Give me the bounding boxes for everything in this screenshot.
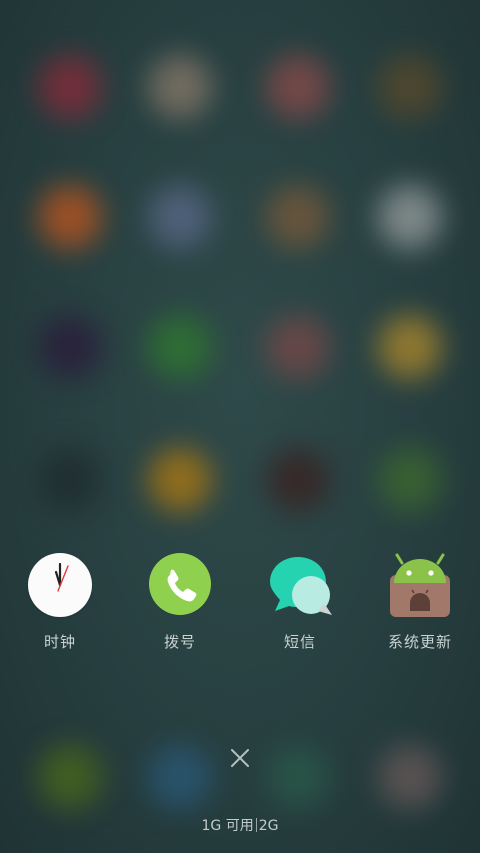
recent-apps-row: 时钟 拨号 短信 系统更新 bbox=[0, 553, 480, 663]
blurred-app-icon bbox=[38, 745, 102, 809]
blurred-app-icon bbox=[266, 55, 330, 119]
recent-app-system-update[interactable]: 系统更新 bbox=[360, 553, 480, 652]
clock-icon bbox=[28, 553, 92, 617]
recent-app-label: 拨号 bbox=[163, 633, 196, 651]
blurred-app-icon bbox=[378, 745, 442, 809]
recent-app-label: 短信 bbox=[283, 633, 316, 651]
recent-app-clock[interactable]: 时钟 bbox=[0, 553, 120, 652]
recent-app-label: 时钟 bbox=[43, 633, 76, 651]
android-package-icon bbox=[388, 553, 452, 617]
blurred-app-icon bbox=[378, 55, 442, 119]
blurred-app-icon bbox=[38, 185, 102, 249]
memory-available: 1G 可用 bbox=[201, 818, 254, 834]
blurred-app-icon bbox=[266, 315, 330, 379]
blurred-app-icon bbox=[378, 448, 442, 512]
blurred-app-icon bbox=[148, 745, 212, 809]
memory-total: 2G bbox=[258, 818, 279, 834]
blurred-app-icon bbox=[148, 55, 212, 119]
blurred-app-icon bbox=[378, 315, 442, 379]
phone-icon bbox=[148, 553, 212, 617]
blurred-app-icon bbox=[266, 745, 330, 809]
blurred-app-icon bbox=[378, 185, 442, 249]
message-bubble-icon bbox=[268, 553, 332, 617]
blurred-app-icon bbox=[38, 315, 102, 379]
blurred-app-icon bbox=[266, 448, 330, 512]
memory-status: 1G 可用 2G bbox=[0, 815, 480, 835]
blurred-app-icon bbox=[38, 55, 102, 119]
blurred-app-icon bbox=[148, 185, 212, 249]
close-recents-button[interactable] bbox=[224, 742, 256, 774]
memory-divider bbox=[255, 818, 257, 832]
recent-app-dialer[interactable]: 拨号 bbox=[120, 553, 240, 652]
background-app-grid bbox=[0, 0, 480, 853]
close-icon bbox=[231, 749, 249, 767]
recent-app-label: 系统更新 bbox=[387, 633, 452, 651]
blurred-app-icon bbox=[266, 185, 330, 249]
blurred-app-icon bbox=[148, 315, 212, 379]
recent-app-messages[interactable]: 短信 bbox=[240, 553, 360, 652]
blurred-app-icon bbox=[148, 448, 212, 512]
blurred-app-icon bbox=[38, 448, 102, 512]
